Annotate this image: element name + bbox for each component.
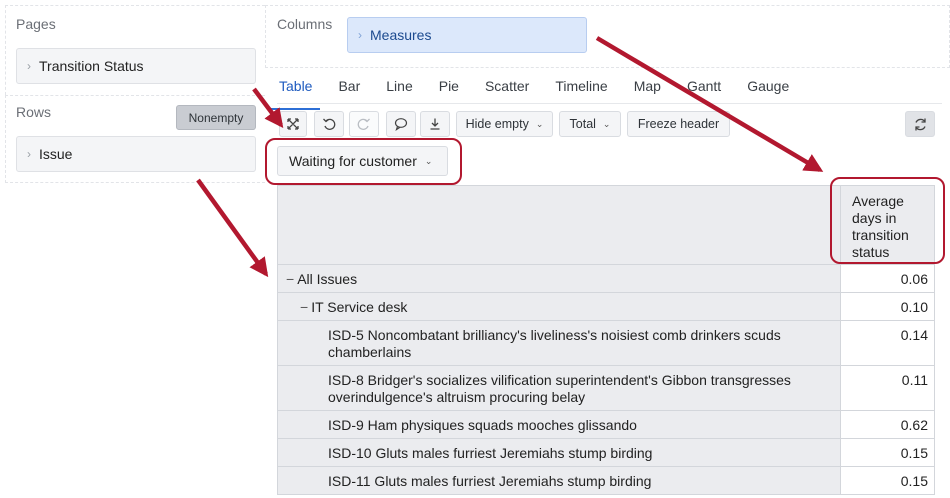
- row-value: 0.06: [841, 265, 935, 292]
- table-row[interactable]: ISD-9 Ham physiques squads mooches gliss…: [277, 411, 935, 439]
- chevron-right-icon: ›: [358, 28, 362, 42]
- tab-bar[interactable]: Bar: [336, 78, 362, 102]
- row-value: 0.62: [841, 411, 935, 438]
- total-label: Total: [569, 117, 596, 131]
- tab-line[interactable]: Line: [384, 78, 414, 102]
- tabs-divider: [277, 103, 942, 104]
- chevron-right-icon: ›: [27, 59, 31, 73]
- undo-button[interactable]: [314, 111, 344, 137]
- export-icon: [430, 118, 440, 130]
- row-header-cell: [277, 186, 841, 264]
- tab-table[interactable]: Table: [270, 78, 322, 110]
- row-label: ISD-10 Gluts males furriest Jeremiahs st…: [277, 439, 841, 466]
- table-header-row: Average days in transition status: [277, 185, 935, 265]
- nonempty-button[interactable]: Nonempty: [176, 105, 256, 130]
- chevron-down-icon: ⌄: [602, 118, 611, 129]
- table-row[interactable]: − All Issues 0.06: [277, 265, 935, 293]
- view-tabs: Table Bar Line Pie Scatter Timeline Map …: [270, 78, 813, 110]
- table-row[interactable]: ISD-8 Bridger's socializes vilification …: [277, 366, 935, 411]
- refresh-button[interactable]: [905, 111, 935, 137]
- hide-empty-dropdown[interactable]: Hide empty ⌄: [456, 111, 553, 137]
- freeze-header-button[interactable]: Freeze header: [627, 111, 730, 137]
- chevron-down-icon: ⌄: [535, 118, 544, 129]
- expand-icon: [287, 118, 299, 130]
- redo-icon: [357, 118, 370, 130]
- table-row[interactable]: ISD-5 Noncombatant brilliancy's liveline…: [277, 321, 935, 366]
- row-label: ISD-8 Bridger's socializes vilification …: [277, 366, 841, 410]
- row-label: ISD-9 Ham physiques squads mooches gliss…: [277, 411, 841, 438]
- table-row[interactable]: − IT Service desk 0.10: [277, 293, 935, 321]
- measure-header-cell[interactable]: Average days in transition status: [841, 186, 935, 264]
- row-value: 0.15: [841, 467, 935, 494]
- refresh-icon: [914, 118, 926, 130]
- columns-dimension-measures[interactable]: › Measures: [347, 17, 587, 53]
- hide-empty-label: Hide empty: [465, 117, 529, 131]
- report-table: Average days in transition status − All I…: [277, 185, 935, 495]
- tab-timeline[interactable]: Timeline: [553, 78, 609, 102]
- tab-scatter[interactable]: Scatter: [483, 78, 531, 102]
- columns-dimension-label: Measures: [370, 27, 432, 43]
- pages-dimension-transition-status[interactable]: › Transition Status: [16, 48, 256, 84]
- tab-gauge[interactable]: Gauge: [745, 78, 791, 102]
- collapse-icon[interactable]: −: [300, 299, 308, 315]
- row-label: ISD-11 Gluts males furriest Jeremiahs st…: [277, 467, 841, 494]
- tab-map[interactable]: Map: [632, 78, 663, 102]
- table-row[interactable]: ISD-11 Gluts males furriest Jeremiahs st…: [277, 467, 935, 495]
- columns-title: Columns: [277, 16, 333, 32]
- tab-gantt[interactable]: Gantt: [685, 78, 723, 102]
- row-value: 0.10: [841, 293, 935, 320]
- row-value: 0.15: [841, 439, 935, 466]
- redo-button[interactable]: [349, 111, 379, 137]
- rows-title: Rows: [16, 104, 52, 120]
- tab-pie[interactable]: Pie: [437, 78, 461, 102]
- total-dropdown[interactable]: Total ⌄: [559, 111, 621, 137]
- row-value: 0.14: [841, 321, 935, 365]
- chevron-right-icon: ›: [27, 147, 31, 161]
- chevron-down-icon: ⌄: [424, 155, 433, 166]
- rows-dimension-label: Issue: [39, 146, 73, 162]
- pages-dimension-label: Transition Status: [39, 58, 144, 74]
- comment-icon: [394, 118, 408, 131]
- arrow-to-row-issues: [196, 178, 269, 278]
- row-label: IT Service desk: [311, 299, 408, 315]
- rows-dimension-issue[interactable]: › Issue: [16, 136, 256, 172]
- row-label: All Issues: [297, 271, 358, 287]
- expand-button[interactable]: [279, 111, 307, 137]
- table-row[interactable]: ISD-10 Gluts males furriest Jeremiahs st…: [277, 439, 935, 467]
- export-button[interactable]: [420, 111, 450, 137]
- row-value: 0.11: [841, 366, 935, 410]
- row-label: ISD-5 Noncombatant brilliancy's liveline…: [277, 321, 841, 365]
- page-filter-dropdown[interactable]: Waiting for customer ⌄: [277, 146, 448, 176]
- pages-title: Pages: [16, 16, 56, 32]
- comment-button[interactable]: [386, 111, 416, 137]
- undo-icon: [323, 118, 336, 130]
- page-filter-value: Waiting for customer: [289, 153, 417, 169]
- collapse-icon[interactable]: −: [286, 271, 294, 287]
